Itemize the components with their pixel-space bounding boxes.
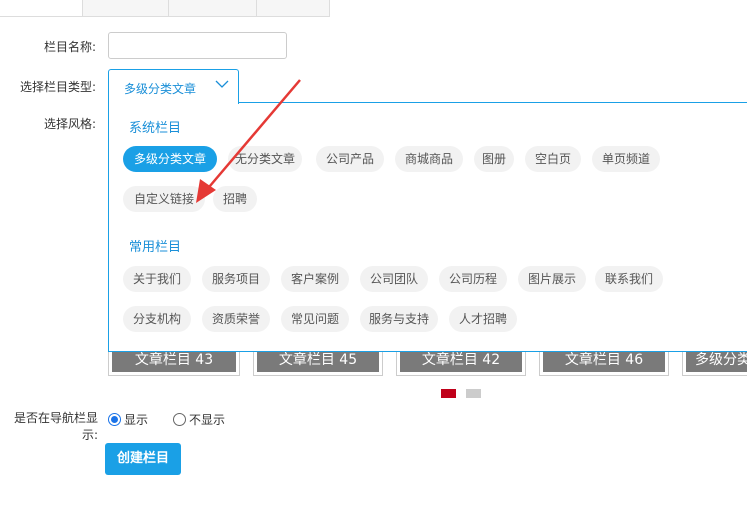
column-name-input[interactable] [108,32,287,59]
chip-talent-recruitment[interactable]: 人才招聘 [449,306,517,332]
annotation-arrow-icon [196,79,301,203]
chip-mall-products[interactable]: 商城商品 [395,146,463,172]
chip-single-page-channel[interactable]: 单页频道 [592,146,660,172]
tab-2[interactable] [82,0,169,17]
column-name-label: 栏目名称: [43,40,96,54]
chip-qualifications[interactable]: 资质荣誉 [202,306,270,332]
chip-about-us[interactable]: 关于我们 [123,266,191,292]
chip-blank-page[interactable]: 空白页 [525,146,581,172]
chip-team[interactable]: 公司团队 [360,266,428,292]
tab-bar [0,0,747,17]
show-radio-label: 显示 [124,413,149,427]
style-label: 选择风格: [43,117,96,131]
show-in-nav-label-line1: 是否在导航栏显 [13,411,98,425]
tab-3[interactable] [168,0,257,17]
show-in-nav-label-line2: 示: [81,428,98,442]
chip-contact[interactable]: 联系我们 [595,266,663,292]
chip-services[interactable]: 服务项目 [202,266,270,292]
pager-dot[interactable] [466,389,481,398]
create-column-button[interactable]: 创建栏目 [105,443,181,475]
chip-service-support[interactable]: 服务与支持 [360,306,438,332]
chip-album[interactable]: 图册 [474,146,514,172]
tab-4[interactable] [256,0,330,17]
chip-faq[interactable]: 常见问题 [281,306,349,332]
hide-radio-label: 不显示 [189,413,226,427]
chip-gallery[interactable]: 图片展示 [518,266,586,292]
system-columns-title: 系统栏目 [129,121,182,136]
column-type-label: 选择栏目类型: [19,80,96,94]
pager-dot-active[interactable] [441,389,456,398]
column-type-selected: 多级分类文章 [124,82,197,96]
common-columns-title: 常用栏目 [129,240,182,255]
show-radio[interactable] [108,413,121,426]
chip-history[interactable]: 公司历程 [439,266,507,292]
chip-cases[interactable]: 客户案例 [281,266,349,292]
show-in-nav-label: 是否在导航栏显 示: [8,410,98,444]
chip-branches[interactable]: 分支机构 [123,306,191,332]
chip-company-products[interactable]: 公司产品 [316,146,384,172]
hide-radio[interactable] [173,413,186,426]
tab-1[interactable] [0,0,83,17]
